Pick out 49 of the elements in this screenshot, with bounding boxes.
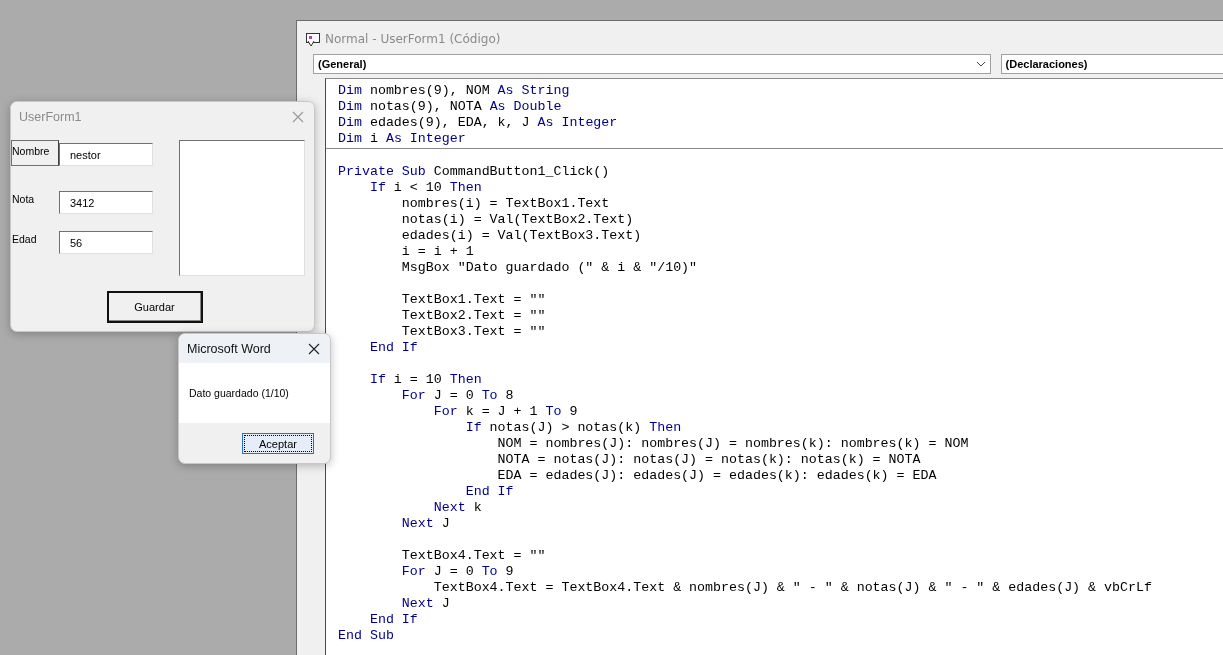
- code-line: NOTA = notas(J): notas(J) = notas(k): notas(k) = NOTA: [496, 452, 921, 468]
- code-line: For J = 0 To 8: [400, 388, 514, 404]
- code-line: For J = 0 To 9: [400, 564, 514, 580]
- code-module-icon: [305, 31, 321, 47]
- text-field[interactable]: 3412: [59, 191, 153, 214]
- code-line: TextBox3.Text = "": [400, 324, 546, 340]
- code-line: MsgBox "Dato guardado (" & i & "/10)": [400, 260, 698, 276]
- code-line: TextBox1.Text = "": [400, 292, 546, 308]
- window-title: Microsoft Word: [187, 341, 271, 356]
- code-line: End Sub: [338, 628, 394, 644]
- chevron-down-icon: [975, 61, 986, 67]
- code-line: If notas(J) > notas(k) Then: [464, 420, 682, 436]
- code-line: EDA = edades(J): edades(J) = edades(k): edades(k) = EDA: [496, 468, 937, 484]
- field-label: Edad: [11, 232, 38, 247]
- code-line: End If: [464, 484, 514, 500]
- code-line: End If: [368, 612, 418, 628]
- object-dropdown[interactable]: (General): [313, 54, 991, 74]
- code-line: Dim notas(9), NOTA As Double: [338, 99, 562, 115]
- code-line: Next J: [400, 596, 450, 612]
- accept-button[interactable]: Aceptar: [242, 433, 314, 454]
- code-line: End If: [368, 340, 418, 356]
- procedure-dropdown[interactable]: (Declaraciones): [1000, 54, 1223, 74]
- code-line: TextBox2.Text = "": [400, 308, 546, 324]
- code-line: Next J: [400, 516, 450, 532]
- code-line: i = i + 1: [400, 244, 474, 260]
- message-text: Dato guardado (1/10): [189, 387, 289, 399]
- close-icon: [292, 110, 304, 123]
- code-line: Next k: [432, 500, 482, 516]
- window-title: Normal - UserForm1 (Código): [325, 32, 501, 46]
- code-line: Dim i As Integer: [338, 131, 466, 147]
- close-icon: [308, 342, 320, 355]
- code-line: NOM = nombres(J): nombres(J) = nombres(k): nombres(k) = NOM: [496, 436, 969, 452]
- text-field[interactable]: nestor: [59, 143, 153, 166]
- code-line: If i = 10 Then: [368, 372, 482, 388]
- code-line: nombres(i) = TextBox1.Text: [400, 196, 610, 212]
- field-label: Nombre: [11, 140, 59, 166]
- field-label: Nota: [11, 192, 36, 207]
- code-line: edades(i) = Val(TextBox3.Text): [400, 228, 642, 244]
- text-field[interactable]: 56: [59, 231, 153, 254]
- code-line: Dim nombres(9), NOM As String: [338, 83, 570, 99]
- code-line: notas(i) = Val(TextBox2.Text): [400, 212, 634, 228]
- code-line: TextBox4.Text = "": [400, 548, 546, 564]
- window-title: UserForm1: [19, 109, 82, 124]
- code-line: If i < 10 Then: [368, 180, 482, 196]
- code-line: Dim edades(9), EDA, k, J As Integer: [338, 115, 618, 131]
- code-line: Private Sub CommandButton1_Click(): [338, 164, 610, 180]
- code-line: For k = J + 1 To 9: [432, 404, 578, 420]
- code-line: TextBox4.Text = TextBox4.Text & nombres(J) & " - " & notas(J) & " - " & edades(J) & vbCrLf: [432, 580, 1152, 596]
- save-button[interactable]: Guardar: [106, 291, 203, 323]
